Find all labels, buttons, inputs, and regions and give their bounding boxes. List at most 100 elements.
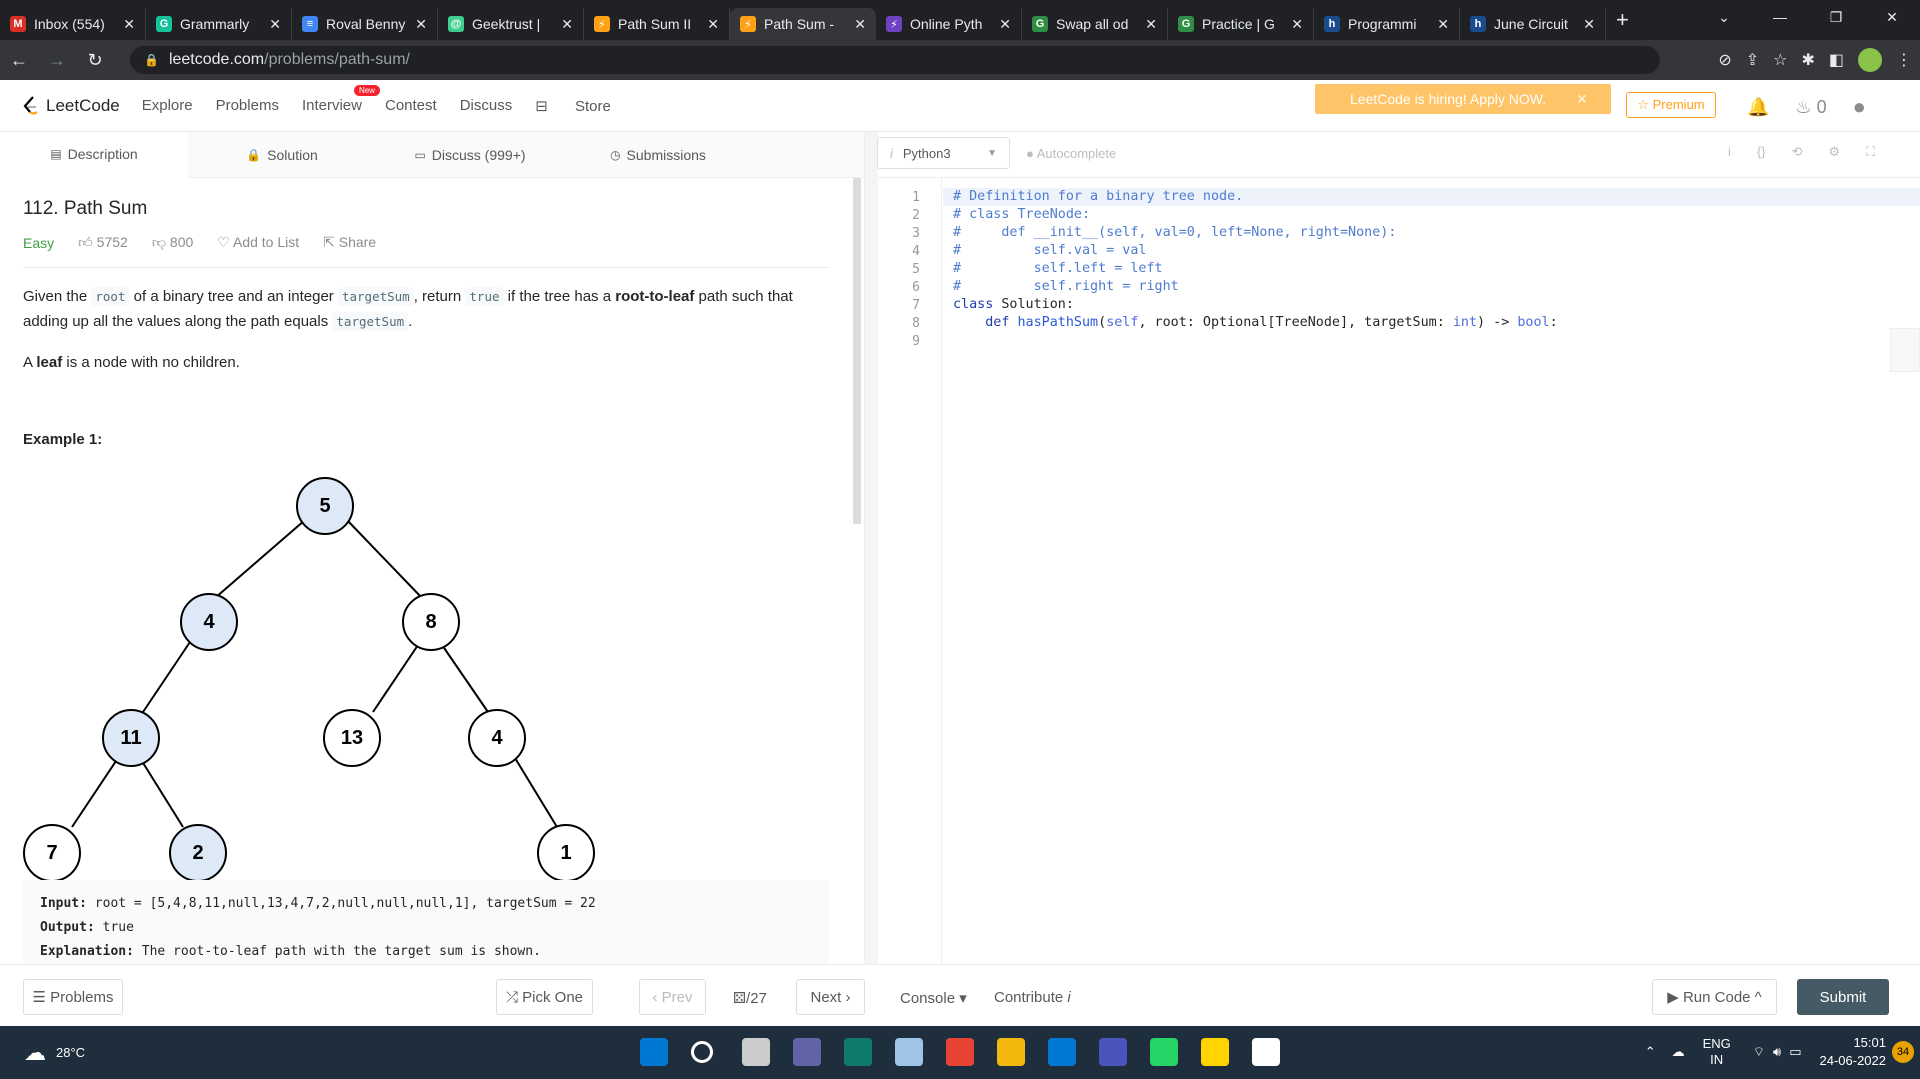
chrome-icon[interactable] — [946, 1038, 974, 1066]
close-tab-icon[interactable]: ✕ — [707, 16, 719, 33]
url-field[interactable]: 🔒 leetcode.com/problems/path-sum/ — [130, 46, 1660, 74]
tab-discuss[interactable]: ▭ Discuss (999+) — [376, 132, 564, 178]
side-note-tab[interactable] — [1890, 328, 1920, 372]
close-tab-icon[interactable]: ✕ — [999, 16, 1011, 33]
close-window-button[interactable]: ✕ — [1864, 9, 1920, 26]
next-button[interactable]: Next › — [796, 979, 865, 1015]
file-icon[interactable] — [1252, 1038, 1280, 1066]
nav-item-contest[interactable]: Contest — [385, 97, 437, 115]
file-explorer-icon[interactable] — [997, 1038, 1025, 1066]
browser-tab[interactable]: M Inbox (554) ✕ — [0, 8, 146, 40]
extensions-icon[interactable]: ✱ — [1801, 50, 1814, 70]
minimize-button[interactable]: — — [1752, 9, 1808, 25]
browser-tab[interactable]: G Grammarly ✕ — [146, 8, 292, 40]
description-scrollbar[interactable] — [853, 178, 861, 524]
reset-icon[interactable]: ⟲ — [1792, 144, 1803, 160]
nav-item-interview[interactable]: Interview New — [302, 84, 380, 115]
browser-tab[interactable]: G Practice | G ✕ — [1168, 8, 1314, 40]
submit-button[interactable]: Submit — [1797, 979, 1889, 1015]
edge-icon[interactable] — [844, 1038, 872, 1066]
teams-chat-icon[interactable] — [793, 1038, 821, 1066]
weather-temp[interactable]: 28°C — [56, 1045, 85, 1060]
browser-tab[interactable]: ⚡ Path Sum II ✕ — [584, 8, 730, 40]
wifi-icon[interactable]: ⌔ — [1753, 1044, 1765, 1060]
reload-icon[interactable]: ↻ — [76, 50, 114, 71]
browser-tab[interactable]: ⚡ Online Pyth ✕ — [876, 8, 1022, 40]
tab-description[interactable]: ▤ Description — [0, 131, 188, 178]
more-menu-icon[interactable]: ⋮ — [1896, 50, 1912, 70]
outlook-icon[interactable] — [1048, 1038, 1076, 1066]
new-tab-button[interactable]: + — [1616, 7, 1629, 33]
profile-avatar[interactable] — [1858, 48, 1882, 72]
add-to-list-button[interactable]: ♡ Add to List — [217, 234, 299, 251]
start-icon[interactable] — [640, 1038, 668, 1066]
notification-badge[interactable]: 34 — [1892, 1041, 1914, 1063]
language-select[interactable]: i Python3 ▼ — [877, 137, 1010, 169]
language-indicator[interactable]: ENG IN — [1703, 1036, 1731, 1068]
browser-tab[interactable]: h June Circuit ✕ — [1460, 8, 1606, 40]
browser-tab[interactable]: ≡ Roval Benny ✕ — [292, 8, 438, 40]
code-editor[interactable]: # Definition for a binary tree node. # c… — [953, 188, 1558, 350]
volume-icon[interactable]: 🔊︎ — [1773, 1044, 1781, 1060]
close-tab-icon[interactable]: ✕ — [1291, 16, 1303, 33]
chevron-up-icon[interactable]: ⌃ — [1645, 1044, 1656, 1060]
close-tab-icon[interactable]: ✕ — [561, 16, 573, 33]
autocomplete-toggle[interactable]: ● Autocomplete — [1026, 146, 1116, 161]
dislike-button[interactable]: 👎︎ 800 — [152, 234, 193, 251]
hiring-banner[interactable]: LeetCode is hiring! Apply NOW. ✕ — [1315, 84, 1611, 114]
tab-submissions[interactable]: ◷ Submissions — [564, 132, 752, 178]
browser-tab[interactable]: @ Geektrust | ✕ — [438, 8, 584, 40]
console-toggle[interactable]: Console ▾ — [900, 989, 967, 1007]
whatsapp-icon[interactable] — [1150, 1038, 1178, 1066]
forward-icon[interactable]: → — [38, 50, 76, 71]
close-tab-icon[interactable]: ✕ — [1145, 16, 1157, 33]
tab-search-icon[interactable]: ⌄ — [1696, 9, 1752, 26]
clock[interactable]: 15:01 24-06-2022 — [1820, 1034, 1887, 1070]
pane-splitter[interactable] — [864, 132, 878, 964]
task-view-icon[interactable] — [742, 1038, 770, 1066]
sidepanel-icon[interactable]: ◧ — [1829, 50, 1844, 70]
photos-icon[interactable] — [895, 1038, 923, 1066]
share-icon[interactable]: ⇪ — [1746, 50, 1759, 70]
browser-tab[interactable]: ⚡ Path Sum - ✕ — [730, 8, 876, 40]
pick-one-button[interactable]: ⤮ Pick One — [496, 979, 593, 1015]
contribute-link[interactable]: Contribute i — [994, 989, 1071, 1006]
browser-tab[interactable]: h Programmi ✕ — [1314, 8, 1460, 40]
close-tab-icon[interactable]: ✕ — [123, 16, 135, 33]
problems-button[interactable]: ☰ Problems — [23, 979, 123, 1015]
weather-cloud-icon[interactable]: ☁ — [24, 1040, 46, 1066]
teams-icon[interactable] — [1099, 1038, 1127, 1066]
close-tab-icon[interactable]: ✕ — [269, 16, 281, 33]
nav-item-problems[interactable]: Problems — [216, 97, 279, 115]
close-tab-icon[interactable]: ✕ — [1437, 16, 1449, 33]
search-icon[interactable] — [691, 1041, 713, 1063]
back-icon[interactable]: ← — [0, 50, 38, 71]
share-button[interactable]: ⇱ Share — [323, 234, 376, 251]
bookmark-star-icon[interactable]: ☆ — [1773, 50, 1787, 70]
braces-icon[interactable]: {} — [1757, 144, 1766, 160]
prev-button[interactable]: ‹ Prev — [639, 979, 706, 1015]
nav-item-explore[interactable]: Explore — [142, 97, 193, 115]
battery-icon[interactable]: ▭ — [1789, 1044, 1801, 1060]
tab-solution[interactable]: 🔒 Solution — [188, 132, 376, 178]
run-code-button[interactable]: ▶ Run Code ^ — [1652, 979, 1777, 1015]
close-tab-icon[interactable]: ✕ — [854, 16, 866, 33]
close-tab-icon[interactable]: ✕ — [415, 16, 427, 33]
fullscreen-icon[interactable]: ⛶ — [1866, 144, 1875, 160]
onedrive-icon[interactable]: ☁ — [1672, 1044, 1685, 1060]
bell-icon[interactable]: 🔔 — [1747, 97, 1769, 118]
close-tab-icon[interactable]: ✕ — [1583, 16, 1595, 33]
premium-button[interactable]: ☆ Premium — [1626, 92, 1716, 118]
browser-tab[interactable]: G Swap all od ✕ — [1022, 8, 1168, 40]
info-icon[interactable]: i — [1728, 144, 1731, 160]
problem-page-indicator[interactable]: ⚄/27 — [733, 989, 767, 1007]
close-banner-icon[interactable]: ✕ — [1576, 91, 1588, 108]
restore-button[interactable]: ❐ — [1808, 9, 1864, 26]
eye-off-icon[interactable]: ⊘ — [1718, 50, 1731, 70]
like-button[interactable]: 👍︎ 5752 — [78, 234, 128, 251]
nav-item-store[interactable]: ⊟ Store — [535, 97, 634, 115]
nav-item-discuss[interactable]: Discuss — [460, 97, 513, 115]
notepad-icon[interactable] — [1201, 1038, 1229, 1066]
leetcode-logo[interactable]: LeetCode — [22, 95, 120, 117]
settings-icon[interactable]: ⚙ — [1828, 144, 1840, 160]
